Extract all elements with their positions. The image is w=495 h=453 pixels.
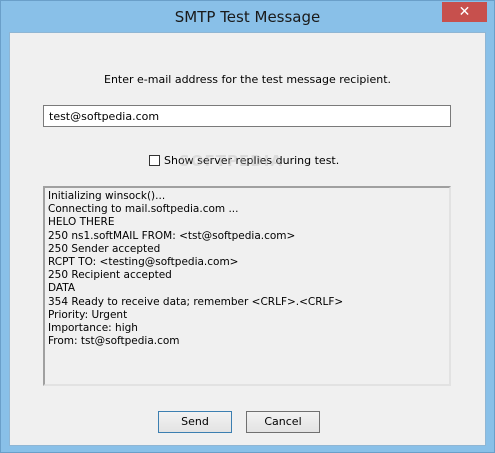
smtp-test-window: SMTP Test Message ✕ Enter e-mail address… — [0, 0, 495, 453]
show-replies-label: Show server replies during test. — [164, 153, 340, 167]
log-line: HELO THERE — [48, 216, 115, 229]
log-line: Connecting to mail.softpedia.com ... — [48, 203, 239, 216]
show-replies-option[interactable]: Show server replies during test. — [149, 153, 339, 167]
recipient-prompt: Enter e-mail address for the test messag… — [104, 73, 391, 86]
cancel-button[interactable]: Cancel — [246, 411, 320, 433]
title-bar: SMTP Test Message ✕ — [1, 1, 494, 32]
show-replies-checkbox[interactable] — [149, 154, 160, 166]
log-line: 250 ns1.softMAIL FROM: <tst@softpedia.co… — [48, 229, 296, 242]
log-line: RCPT TO: <testing@softpedia.com> — [48, 256, 239, 269]
log-line: Importance: high — [48, 322, 138, 335]
log-line: DATA — [48, 282, 76, 295]
window-title: SMTP Test Message — [174, 8, 321, 26]
email-field[interactable] — [43, 105, 451, 127]
server-log-box[interactable]: Initializing winsock()... Connecting to m… — [43, 186, 451, 386]
log-line: Priority: Urgent — [48, 308, 128, 321]
log-line: 250 Recipient accepted — [48, 269, 172, 282]
log-line: 354 Ready to receive data; remember <CRL… — [48, 295, 344, 308]
dialog-body: Enter e-mail address for the test messag… — [9, 32, 486, 446]
log-line: 250 Sender accepted — [48, 242, 161, 255]
send-button[interactable]: Send — [158, 411, 232, 433]
log-line: Initializing winsock()... — [48, 190, 166, 202]
close-button[interactable]: ✕ — [442, 2, 487, 22]
log-line: From: tst@softpedia.com — [48, 335, 180, 348]
